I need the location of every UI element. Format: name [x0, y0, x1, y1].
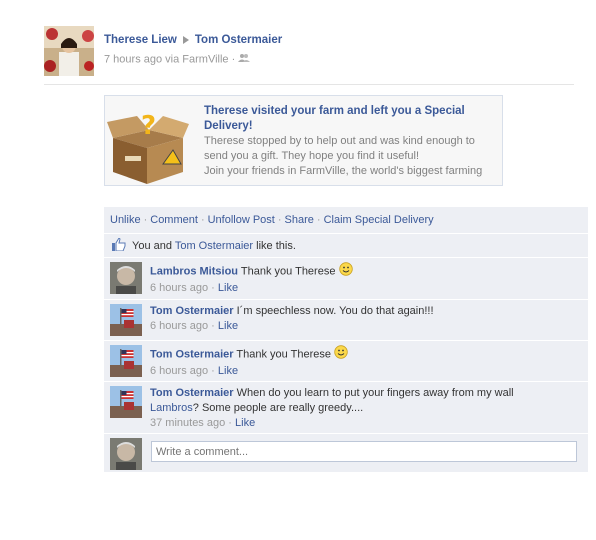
attachment-description: Therese stopped by to help out and was k… — [204, 135, 475, 162]
divider — [44, 84, 574, 85]
mention-link[interactable]: Lambros — [150, 402, 193, 414]
commenter-name-link[interactable]: Lambros Mitsiou — [150, 265, 238, 277]
commenter-avatar[interactable] — [110, 304, 142, 336]
action-links: Unlike · Comment · Unfollow Post · Share · Claim… — [110, 214, 434, 226]
story-meta: 7 hours ago via FarmVille · — [104, 53, 251, 66]
commenter-avatar[interactable] — [110, 345, 142, 377]
feedback-panel: Unlike · Comment · Unfollow Post · Share · Claim… — [104, 207, 588, 472]
liker-name-link[interactable]: Tom Ostermaier — [175, 240, 253, 252]
timestamp-link[interactable]: 7 hours ago — [104, 53, 162, 65]
comment-time[interactable]: 37 minutes ago — [150, 417, 225, 429]
comment-like-link[interactable]: Like — [218, 365, 238, 377]
attachment-title[interactable]: Therese visited your farm and left you a… — [204, 104, 494, 134]
app-link[interactable]: FarmVille — [182, 53, 228, 65]
attachment-join-text: Join your friends in FarmVille, the worl… — [204, 165, 483, 177]
comment-text: When do you learn to put your fingers aw… — [236, 387, 514, 399]
smiley-icon — [338, 262, 353, 281]
mystery-gift-box-icon[interactable]: ? — [107, 104, 189, 185]
viewer-avatar — [110, 438, 142, 470]
commenter-avatar[interactable] — [110, 262, 142, 294]
comment-link[interactable]: Comment — [150, 214, 198, 226]
unfollow-post-link[interactable]: Unfollow Post — [208, 214, 275, 226]
likes-prefix: You and — [132, 239, 172, 252]
commenter-name-link[interactable]: Tom Ostermaier — [150, 348, 234, 360]
comment-item: Tom Ostermaier Thank you Therese 6 hours… — [104, 341, 588, 381]
comment-time[interactable]: 6 hours ago — [150, 365, 208, 377]
comment-input[interactable] — [151, 441, 577, 462]
comment-item: Tom Ostermaier When do you learn to put … — [104, 382, 588, 434]
comment-time[interactable]: 6 hours ago — [150, 282, 208, 294]
commenter-avatar[interactable] — [110, 386, 142, 418]
comment-like-link[interactable]: Like — [218, 320, 238, 332]
friends-icon[interactable] — [238, 53, 251, 66]
divider — [104, 233, 588, 234]
commenter-name-link[interactable]: Tom Ostermaier — [150, 305, 234, 317]
likes-sentence: You and Tom Ostermaier like this. — [112, 237, 296, 254]
comment-text: I´m speechless now. You do that again!!! — [236, 305, 434, 317]
divider — [104, 433, 588, 434]
comment-text: Thank you Therese — [240, 265, 336, 278]
author-avatar[interactable] — [44, 26, 94, 76]
separator-dot: · — [231, 53, 236, 66]
arrow-right-icon — [182, 35, 189, 44]
author-name-link[interactable]: Therese Liew — [104, 34, 177, 46]
comment-time[interactable]: 6 hours ago — [150, 320, 208, 332]
comment-like-link[interactable]: Like — [235, 417, 255, 429]
thumbs-up-icon — [112, 237, 126, 254]
comment-item: Tom Ostermaier I´m speechless now. You d… — [104, 300, 588, 340]
share-link[interactable]: Share — [285, 214, 314, 226]
comment-like-link[interactable]: Like — [218, 282, 238, 294]
comment-text: Thank you Therese — [236, 348, 331, 361]
comment-item: Lambros Mitsiou Thank you Therese 6 hour… — [104, 258, 588, 298]
svg-text:?: ? — [141, 111, 156, 141]
unlike-link[interactable]: Unlike — [110, 214, 141, 226]
commenter-name-link[interactable]: Tom Ostermaier — [150, 387, 234, 399]
target-name-link[interactable]: Tom Ostermaier — [195, 34, 282, 46]
via-text: via — [165, 53, 180, 66]
attachment-card[interactable]: ? Therese visited your farm and left you… — [104, 95, 503, 186]
comment-text-continued: ? Some people are really greedy.... — [192, 402, 364, 414]
claim-delivery-link[interactable]: Claim Special Delivery — [324, 214, 434, 226]
story-header: Therese Liew Tom Ostermaier — [104, 34, 282, 46]
smiley-icon — [334, 345, 348, 364]
likes-suffix: like this. — [256, 239, 296, 252]
